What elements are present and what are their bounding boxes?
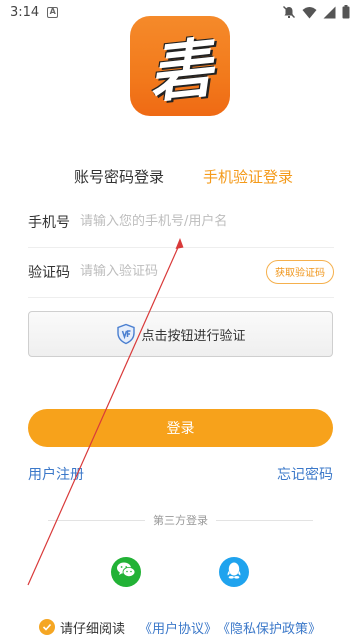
- shield-icon: [115, 323, 137, 345]
- phone-input[interactable]: [80, 214, 334, 229]
- phone-row: 手机号: [28, 196, 334, 248]
- privacy-policy-link[interactable]: 《隐私保护政策》: [217, 618, 321, 637]
- notification-icon: A: [47, 6, 59, 18]
- signal-icon: [323, 6, 336, 19]
- checkbox-checked-icon[interactable]: [39, 619, 55, 635]
- phone-label: 手机号: [28, 214, 70, 231]
- user-agreement-link[interactable]: 《用户协议》: [139, 618, 217, 637]
- divider-line-right: [216, 519, 313, 521]
- code-row: 验证码 获取验证码: [28, 246, 334, 298]
- status-time: 3:14: [10, 4, 40, 20]
- wifi-icon: [302, 6, 317, 19]
- third-party-divider: 第三方登录: [48, 512, 313, 528]
- code-input[interactable]: [80, 264, 266, 279]
- wechat-login-button[interactable]: [111, 557, 141, 587]
- logo-glyph: 砉: [144, 30, 217, 113]
- register-link[interactable]: 用户注册: [28, 464, 84, 484]
- tab-phone-verify[interactable]: 手机验证登录: [203, 166, 293, 187]
- get-code-button[interactable]: 获取验证码: [266, 259, 334, 284]
- agreement-prefix: 请仔细阅读: [60, 621, 126, 637]
- tab-account-password[interactable]: 账号密码登录: [74, 166, 164, 187]
- agreement-row: 请仔细阅读 《用户协议》 《隐私保护政策》: [39, 617, 321, 637]
- qq-icon: [226, 561, 242, 584]
- forgot-password-link[interactable]: 忘记密码: [277, 464, 333, 484]
- app-logo: 砉: [130, 16, 230, 116]
- login-tabs: 账号密码登录 手机验证登录: [0, 166, 360, 190]
- battery-icon: [342, 5, 350, 19]
- status-icons: [282, 5, 350, 19]
- code-label: 验证码: [28, 264, 70, 281]
- verify-button[interactable]: 点击按钮进行验证: [28, 311, 333, 357]
- qq-login-button[interactable]: [219, 557, 249, 587]
- verify-label: 点击按钮进行验证: [141, 328, 246, 344]
- login-button[interactable]: 登录: [28, 409, 333, 447]
- wechat-icon: [116, 561, 136, 583]
- third-party-title: 第三方登录: [153, 514, 208, 527]
- mute-icon: [282, 5, 296, 19]
- divider-line-left: [48, 519, 145, 521]
